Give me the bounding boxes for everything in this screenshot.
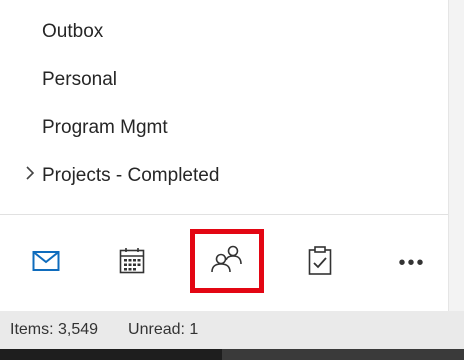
folder-label: Program Mgmt xyxy=(42,117,168,138)
status-bar: Items: 3,549 Unread: 1 xyxy=(0,311,464,349)
folder-label: Personal xyxy=(42,69,117,90)
calendar-button[interactable] xyxy=(102,235,162,291)
tasks-icon xyxy=(308,245,332,281)
calendar-icon xyxy=(119,247,145,280)
items-count: Items: 3,549 xyxy=(10,321,99,338)
folder-item-projects-completed[interactable]: Projects - Completed xyxy=(0,152,464,200)
module-nav-bar: ••• xyxy=(0,215,448,311)
folder-item-program-mgmt[interactable]: Program Mgmt xyxy=(0,104,464,152)
folder-label: Projects - Completed xyxy=(42,165,220,186)
more-icon: ••• xyxy=(398,251,426,274)
folder-pane: Outbox Personal Program Mgmt Projects - … xyxy=(0,0,448,360)
mail-button[interactable] xyxy=(16,235,76,291)
taskbar-segment xyxy=(222,349,464,360)
unread-count: Unread: 1 xyxy=(128,321,199,338)
folder-list: Outbox Personal Program Mgmt Projects - … xyxy=(0,0,448,214)
folder-item-outbox[interactable]: Outbox xyxy=(0,8,464,56)
taskbar-strip xyxy=(0,349,464,360)
people-icon xyxy=(209,244,245,279)
people-button[interactable] xyxy=(190,229,264,293)
scrollbar[interactable] xyxy=(448,0,464,311)
mail-icon xyxy=(32,250,60,277)
folder-item-personal[interactable]: Personal xyxy=(0,56,464,104)
tasks-button[interactable] xyxy=(290,235,350,291)
more-button[interactable]: ••• xyxy=(382,235,442,291)
chevron-right-icon[interactable] xyxy=(24,165,38,187)
folder-label: Outbox xyxy=(42,21,104,42)
